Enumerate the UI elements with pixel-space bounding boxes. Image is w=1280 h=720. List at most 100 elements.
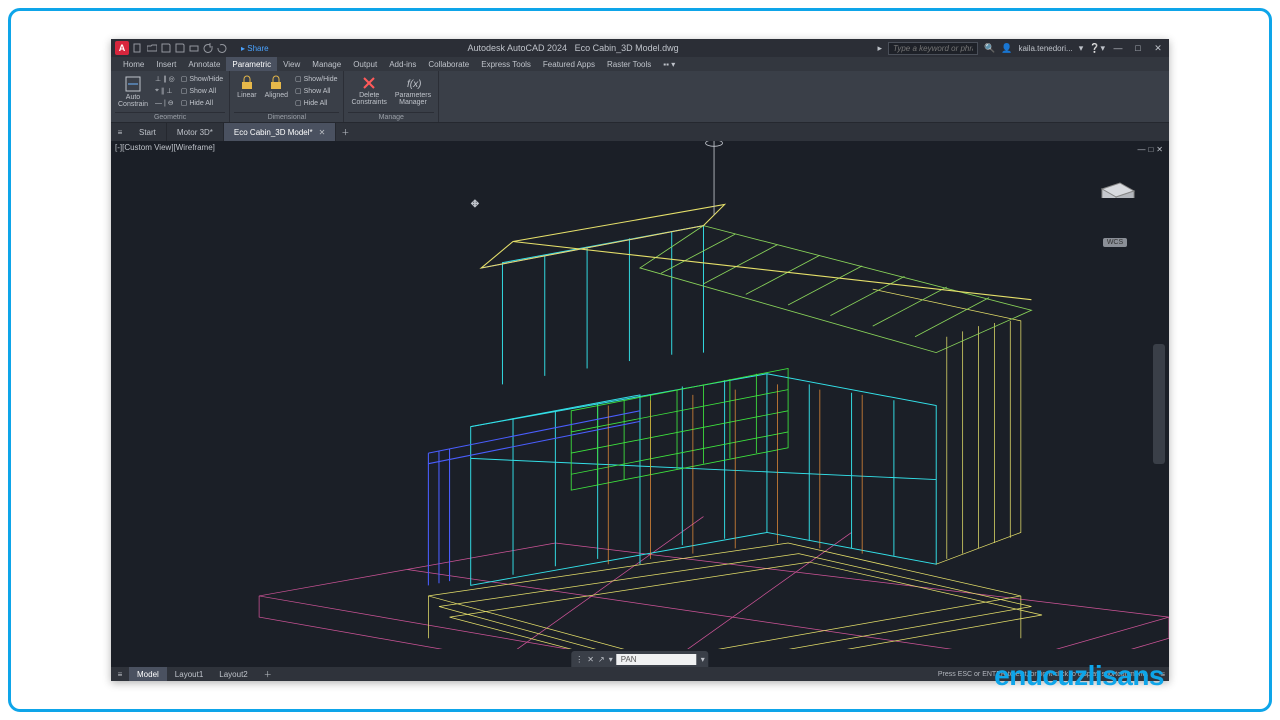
layout-1[interactable]: Layout1 bbox=[167, 667, 211, 681]
new-icon[interactable] bbox=[133, 43, 143, 53]
tab-motor[interactable]: Motor 3D* bbox=[167, 123, 224, 141]
app-title: Autodesk AutoCAD 2024 bbox=[467, 43, 567, 53]
delete-constraints-button[interactable]: Delete Constraints bbox=[348, 73, 389, 108]
collinear-icon[interactable]: ∥ bbox=[163, 75, 167, 83]
autodesk-app-icon[interactable]: ▾ bbox=[1079, 43, 1084, 54]
menu-addins[interactable]: Add-ins bbox=[383, 57, 422, 71]
wcs-badge[interactable]: WCS bbox=[1103, 238, 1127, 247]
geom-small-grid: ⊥∥◎ ⌖∥⊥ —|⊖ bbox=[153, 73, 177, 109]
share-button[interactable]: ▸ Share bbox=[241, 44, 269, 53]
maximize-button[interactable]: □ bbox=[1131, 42, 1145, 54]
menu-manage[interactable]: Manage bbox=[306, 57, 347, 71]
dim-hideall-button[interactable]: ▢ Hide All bbox=[293, 97, 339, 109]
delete-label: Delete Constraints bbox=[351, 92, 386, 106]
viewcube[interactable]: LEFT FRONT WCS bbox=[1085, 177, 1145, 247]
tab-eco-cabin[interactable]: Eco Cabin_3D Model*✕ bbox=[224, 123, 336, 141]
lock-icon bbox=[239, 75, 255, 91]
geom-showall-button[interactable]: ▢ Show All bbox=[179, 85, 225, 97]
minimize-button[interactable]: — bbox=[1111, 42, 1125, 54]
tab-start[interactable]: Start bbox=[129, 123, 167, 141]
aligned-button[interactable]: Aligned bbox=[262, 73, 291, 101]
fix-icon[interactable]: ⌖ bbox=[155, 87, 159, 95]
command-line: ⋮ ✕ ↗ ▾ ▾ bbox=[571, 651, 708, 667]
dim-showhide-button[interactable]: ▢ Show/Hide bbox=[293, 73, 339, 85]
horiz-icon[interactable]: — bbox=[155, 100, 162, 107]
perp-icon[interactable]: ⊥ bbox=[166, 87, 172, 95]
cmd-recent-icon[interactable]: ↗ bbox=[598, 655, 605, 664]
menu-featured[interactable]: Featured Apps bbox=[537, 57, 601, 71]
search-icon[interactable]: ▸ bbox=[878, 43, 883, 54]
auto-constrain-label: Auto Constrain bbox=[118, 94, 148, 108]
vert-icon[interactable]: | bbox=[164, 100, 166, 107]
menu-view[interactable]: View bbox=[277, 57, 306, 71]
ribbon-panel-geometric: Auto Constrain ⊥∥◎ ⌖∥⊥ —|⊖ ▢ Show/Hide ▢… bbox=[111, 71, 230, 122]
watermark: enucuzlisans bbox=[994, 660, 1164, 692]
quick-access-toolbar bbox=[133, 43, 227, 53]
aligned-label: Aligned bbox=[265, 92, 288, 99]
user-name[interactable]: kaila.tenedori... bbox=[1018, 44, 1072, 53]
new-tab-button[interactable]: ＋ bbox=[336, 123, 354, 141]
menu-output[interactable]: Output bbox=[347, 57, 383, 71]
layout-add[interactable]: ＋ bbox=[256, 667, 280, 681]
params-label: Parameters Manager bbox=[395, 92, 431, 106]
menu-raster[interactable]: Raster Tools bbox=[601, 57, 657, 71]
linear-label: Linear bbox=[237, 92, 256, 99]
cmd-handle-icon[interactable]: ⋮ bbox=[575, 655, 583, 664]
parallel-icon[interactable]: ∥ bbox=[161, 87, 165, 95]
svg-text:f(x): f(x) bbox=[407, 79, 421, 90]
help-icon[interactable]: ❔▾ bbox=[1089, 43, 1105, 54]
viewcube-icon[interactable]: LEFT FRONT bbox=[1092, 177, 1138, 198]
redo-icon[interactable] bbox=[217, 43, 227, 53]
geom-hideall-button[interactable]: ▢ Hide All bbox=[179, 97, 225, 109]
menu-annotate[interactable]: Annotate bbox=[182, 57, 226, 71]
layout-burger-icon[interactable]: ≡ bbox=[111, 670, 129, 679]
window-title: Autodesk AutoCAD 2024 Eco Cabin_3D Model… bbox=[269, 43, 878, 53]
geom-showhide-button[interactable]: ▢ Show/Hide bbox=[179, 73, 225, 85]
app-logo[interactable]: A bbox=[115, 41, 129, 55]
document-name: Eco Cabin_3D Model.dwg bbox=[575, 43, 679, 53]
cmd-dropdown-icon[interactable]: ▾ bbox=[701, 655, 705, 664]
tangent-icon[interactable]: ⊖ bbox=[168, 99, 174, 107]
lock2-icon bbox=[268, 75, 284, 91]
saveas-icon[interactable] bbox=[175, 43, 185, 53]
pan-cursor-icon bbox=[471, 199, 479, 207]
undo-icon[interactable] bbox=[203, 43, 213, 53]
auto-constrain-icon bbox=[124, 75, 142, 93]
model-canvas[interactable] bbox=[111, 141, 1169, 649]
drawing-burger-icon[interactable]: ≡ bbox=[111, 123, 129, 141]
layout-2[interactable]: Layout2 bbox=[211, 667, 255, 681]
menu-more[interactable]: ▪▪ ▾ bbox=[657, 57, 681, 71]
dim-showall-button[interactable]: ▢ Show All bbox=[293, 85, 339, 97]
layout-model[interactable]: Model bbox=[129, 667, 167, 681]
auto-constrain-button[interactable]: Auto Constrain bbox=[115, 73, 151, 110]
ribbon: Auto Constrain ⊥∥◎ ⌖∥⊥ —|⊖ ▢ Show/Hide ▢… bbox=[111, 71, 1169, 123]
concentric-icon[interactable]: ◎ bbox=[169, 75, 175, 83]
navigation-bar[interactable] bbox=[1153, 344, 1165, 464]
menu-insert[interactable]: Insert bbox=[150, 57, 182, 71]
panel-title-manage: Manage bbox=[348, 112, 434, 122]
menu-parametric[interactable]: Parametric bbox=[226, 57, 277, 71]
plot-icon[interactable] bbox=[189, 43, 199, 53]
params-manager-button[interactable]: f(x) Parameters Manager bbox=[392, 73, 434, 108]
delete-icon bbox=[361, 75, 377, 91]
user-icon[interactable]: 👤 bbox=[1001, 43, 1012, 54]
close-button[interactable]: ✕ bbox=[1151, 42, 1165, 54]
command-input[interactable] bbox=[617, 654, 697, 665]
coincident-icon[interactable]: ⊥ bbox=[155, 75, 161, 83]
viewport[interactable]: [-][Custom View][Wireframe] — □ ✕ bbox=[111, 141, 1169, 667]
linear-button[interactable]: Linear bbox=[234, 73, 259, 101]
menu-home[interactable]: Home bbox=[117, 57, 150, 71]
menu-collaborate[interactable]: Collaborate bbox=[422, 57, 475, 71]
dim-show-stack: ▢ Show/Hide ▢ Show All ▢ Hide All bbox=[293, 73, 339, 109]
save-icon[interactable] bbox=[161, 43, 171, 53]
panel-title-dimensional: Dimensional bbox=[234, 112, 339, 122]
menu-express[interactable]: Express Tools bbox=[475, 57, 537, 71]
search-go-icon[interactable]: 🔍 bbox=[984, 43, 995, 54]
cmd-close-icon[interactable]: ✕ bbox=[587, 655, 594, 664]
search-input[interactable] bbox=[888, 42, 978, 55]
close-tab-icon[interactable]: ✕ bbox=[319, 128, 326, 137]
open-icon[interactable] bbox=[147, 43, 157, 53]
fx-icon: f(x) bbox=[405, 75, 421, 91]
chevron-down-icon[interactable]: ▾ bbox=[609, 655, 613, 664]
geom-show-stack: ▢ Show/Hide ▢ Show All ▢ Hide All bbox=[179, 73, 225, 109]
